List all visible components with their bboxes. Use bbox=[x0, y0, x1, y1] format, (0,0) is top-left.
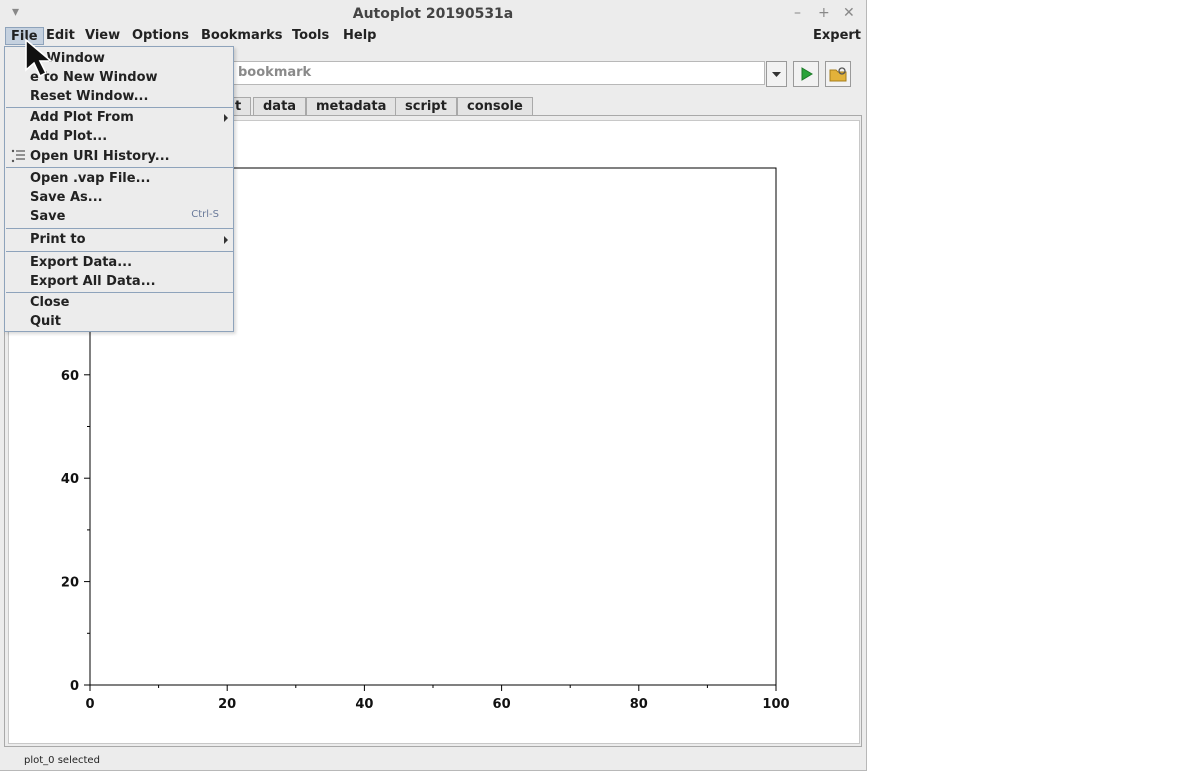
tab-script[interactable]: script bbox=[395, 97, 457, 115]
menu-open-uri-history[interactable]: Open URI History... bbox=[30, 147, 170, 166]
menu-close[interactable]: Close bbox=[30, 293, 69, 312]
menu-tools[interactable]: Tools bbox=[287, 27, 334, 45]
save-shortcut: Ctrl-S bbox=[191, 209, 219, 220]
uri-dropdown-button[interactable] bbox=[766, 61, 787, 87]
menu-separator bbox=[6, 167, 233, 168]
tab-metadata[interactable]: metadata bbox=[306, 97, 397, 115]
play-icon bbox=[801, 67, 813, 81]
menu-save-as[interactable]: Save As... bbox=[30, 188, 103, 207]
menu-save[interactable]: Save bbox=[30, 207, 65, 226]
folder-open-icon bbox=[829, 67, 847, 82]
menu-export-data[interactable]: Export Data... bbox=[30, 253, 132, 272]
menu-view[interactable]: View bbox=[80, 27, 125, 45]
y-tick-label: 40 bbox=[61, 472, 79, 487]
y-tick-label: 60 bbox=[61, 369, 79, 384]
history-list-icon bbox=[11, 149, 26, 167]
status-bar-text: plot_0 selected bbox=[24, 755, 100, 766]
menu-help[interactable]: Help bbox=[338, 27, 381, 45]
menu-export-all-data[interactable]: Export All Data... bbox=[30, 272, 156, 291]
submenu-arrow-icon bbox=[224, 114, 228, 122]
x-tick-label: 20 bbox=[218, 697, 236, 712]
x-tick-label: 40 bbox=[355, 697, 373, 712]
menu-separator bbox=[6, 228, 233, 229]
menu-print-to[interactable]: Print to bbox=[30, 230, 86, 249]
browse-button[interactable] bbox=[825, 61, 851, 87]
x-tick-label: 60 bbox=[493, 697, 511, 712]
menu-options[interactable]: Options bbox=[127, 27, 194, 45]
x-tick-label: 80 bbox=[630, 697, 648, 712]
close-icon[interactable]: ✕ bbox=[843, 5, 855, 21]
window-title: Autoplot 20190531a bbox=[352, 6, 514, 22]
menu-bar: File Edit View Options Bookmarks Tools H… bbox=[0, 26, 866, 46]
menu-separator bbox=[6, 251, 233, 252]
menu-quit[interactable]: Quit bbox=[30, 312, 61, 331]
chevron-down-icon bbox=[772, 72, 781, 77]
menu-add-plot-from[interactable]: Add Plot From bbox=[30, 108, 134, 127]
submenu-arrow-icon bbox=[224, 236, 228, 244]
x-tick-label: 100 bbox=[762, 697, 789, 712]
y-tick-label: 0 bbox=[70, 679, 79, 694]
y-tick-label: 20 bbox=[61, 576, 79, 591]
x-tick-label: 0 bbox=[85, 697, 94, 712]
maximize-icon[interactable]: + bbox=[818, 5, 830, 21]
tab-console[interactable]: console bbox=[457, 97, 533, 115]
go-button[interactable] bbox=[793, 61, 819, 87]
menu-reset-window[interactable]: Reset Window... bbox=[30, 87, 148, 106]
mouse-pointer-icon bbox=[25, 38, 54, 78]
title-bar: ▾ Autoplot 20190531a – + ✕ bbox=[0, 0, 866, 28]
tab-data[interactable]: data bbox=[253, 97, 307, 115]
menu-open-vap-file[interactable]: Open .vap File... bbox=[30, 169, 150, 188]
expert-mode-label[interactable]: Expert bbox=[808, 27, 866, 45]
file-menu-popup: w Window e to New Window Reset Window...… bbox=[4, 46, 234, 332]
menu-add-plot[interactable]: Add Plot... bbox=[30, 127, 107, 146]
menu-bookmarks[interactable]: Bookmarks bbox=[196, 27, 288, 45]
minimize-icon[interactable]: – bbox=[794, 5, 801, 21]
uri-input[interactable]: bookmark bbox=[232, 61, 765, 85]
